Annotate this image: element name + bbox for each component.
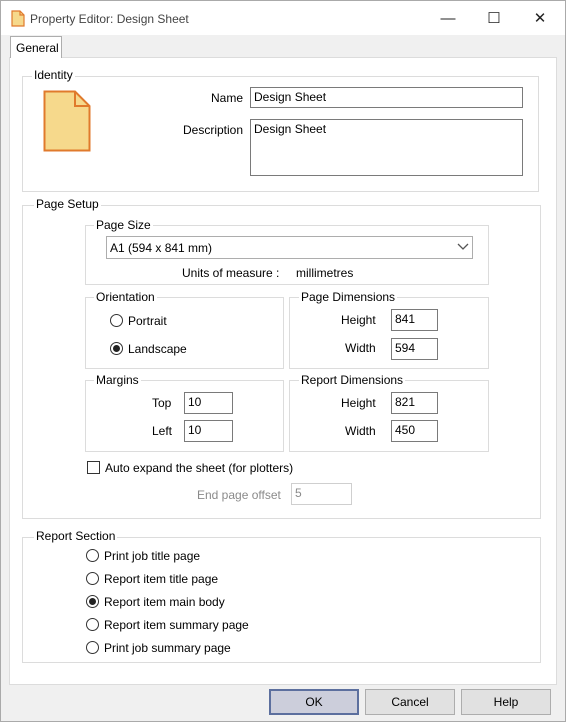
title-bar: Property Editor: Design Sheet — ☐ ✕ <box>1 1 565 35</box>
page-setup-legend: Page Setup <box>34 197 101 211</box>
document-icon <box>11 10 25 27</box>
orientation-group <box>85 297 284 369</box>
report-item-summary-page-label[interactable]: Report item summary page <box>104 618 249 632</box>
portrait-label[interactable]: Portrait <box>128 314 167 328</box>
report-width-label: Width <box>345 424 376 438</box>
print-job-title-page-radio[interactable] <box>86 549 99 562</box>
name-label: Name <box>211 91 244 105</box>
landscape-label[interactable]: Landscape <box>128 342 187 356</box>
page-width-field[interactable]: 594 <box>391 338 438 360</box>
auto-expand-label[interactable]: Auto expand the sheet (for plotters) <box>105 461 293 475</box>
window-title: Property Editor: Design Sheet <box>30 12 189 26</box>
margin-left-field[interactable]: 10 <box>184 420 233 442</box>
landscape-radio[interactable] <box>110 342 123 355</box>
page-dimensions-legend: Page Dimensions <box>299 290 398 304</box>
end-page-offset-label: End page offset <box>197 488 281 502</box>
report-item-title-page-label[interactable]: Report item title page <box>104 572 218 586</box>
units-of-measure-label: Units of measure : <box>182 266 280 280</box>
page-height-field[interactable]: 841 <box>391 309 438 331</box>
orientation-legend: Orientation <box>94 290 157 304</box>
margin-top-label: Top <box>152 396 172 410</box>
tab-general[interactable]: General <box>10 36 62 58</box>
help-button[interactable]: Help <box>461 689 551 715</box>
identity-legend: Identity <box>32 68 75 82</box>
close-button[interactable]: ✕ <box>517 1 563 35</box>
print-job-summary-page-radio[interactable] <box>86 641 99 654</box>
report-item-title-page-radio[interactable] <box>86 572 99 585</box>
ok-button[interactable]: OK <box>269 689 359 715</box>
radio-selected-dot <box>113 345 120 352</box>
document-icon <box>43 90 91 152</box>
report-section-legend: Report Section <box>34 529 118 543</box>
report-item-main-body-label[interactable]: Report item main body <box>104 595 225 609</box>
tab-general-label: General <box>16 41 59 55</box>
maximize-button[interactable]: ☐ <box>471 1 517 35</box>
page-dimensions-group <box>289 297 489 369</box>
report-item-summary-page-radio[interactable] <box>86 618 99 631</box>
page-size-legend: Page Size <box>94 218 153 232</box>
print-job-title-page-label[interactable]: Print job title page <box>104 549 200 563</box>
minimize-icon: — <box>440 9 456 27</box>
report-dimensions-group <box>289 380 489 452</box>
maximize-icon: ☐ <box>487 10 501 27</box>
minimize-button[interactable]: — <box>425 1 471 35</box>
end-page-offset-field[interactable]: 5 <box>291 483 352 505</box>
page-size-selected: A1 (594 x 841 mm) <box>110 241 213 255</box>
units-of-measure-value: millimetres <box>296 266 354 280</box>
print-job-summary-page-label[interactable]: Print job summary page <box>104 641 231 655</box>
report-width-field[interactable]: 450 <box>391 420 438 442</box>
close-icon: ✕ <box>533 10 547 27</box>
description-label: Description <box>183 123 244 137</box>
chevron-down-icon <box>457 243 469 250</box>
report-item-main-body-radio[interactable] <box>86 595 99 608</box>
report-dimensions-legend: Report Dimensions <box>299 373 406 387</box>
page-width-label: Width <box>345 341 376 355</box>
name-field[interactable]: Design Sheet <box>250 87 523 108</box>
radio-selected-dot <box>89 598 96 605</box>
page-size-select[interactable]: A1 (594 x 841 mm) <box>106 236 473 259</box>
auto-expand-checkbox[interactable] <box>87 461 100 474</box>
margin-top-field[interactable]: 10 <box>184 392 233 414</box>
page-height-label: Height <box>341 313 376 327</box>
report-section-group <box>22 537 541 663</box>
cancel-button[interactable]: Cancel <box>365 689 455 715</box>
margin-left-label: Left <box>152 424 173 438</box>
property-editor-window: Property Editor: Design Sheet — ☐ ✕ Gene… <box>0 0 566 722</box>
margins-legend: Margins <box>94 373 141 387</box>
report-height-label: Height <box>341 396 376 410</box>
description-field[interactable]: Design Sheet <box>250 119 523 176</box>
portrait-radio[interactable] <box>110 314 123 327</box>
report-height-field[interactable]: 821 <box>391 392 438 414</box>
